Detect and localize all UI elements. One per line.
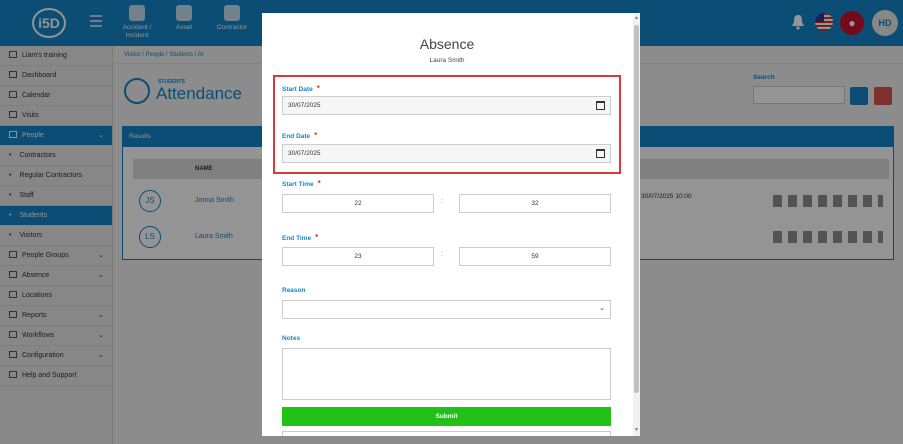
submit-button[interactable]: Submit [282, 407, 611, 426]
chevron-down-icon: ⌄ [599, 305, 605, 312]
scroll-down-icon[interactable]: ▼ [634, 427, 639, 433]
modal-title: Absence [419, 36, 475, 52]
notes-textarea[interactable] [282, 348, 611, 400]
start-hour-input[interactable]: 22 [282, 194, 434, 213]
start-time-label: Start Time * [282, 179, 321, 188]
calendar-icon[interactable] [596, 101, 605, 110]
secondary-button[interactable] [282, 431, 611, 436]
time-separator: : [441, 251, 443, 258]
required-mark: * [316, 84, 320, 93]
reason-label: Reason [282, 287, 306, 294]
end-hour-input[interactable]: 23 [282, 247, 434, 266]
time-separator: : [441, 198, 443, 205]
scroll-up-icon[interactable]: ▲ [634, 15, 639, 21]
end-time-label: End Time * [282, 233, 319, 242]
start-date-label: Start Date * [282, 84, 320, 93]
calendar-icon[interactable] [596, 149, 605, 158]
end-date-label: End Date * [282, 131, 318, 140]
required-mark: * [317, 179, 321, 188]
reason-select[interactable]: ⌄ [282, 300, 611, 319]
required-mark: * [315, 233, 319, 242]
modal-scrollbar[interactable]: ▲ ▼ [633, 13, 640, 436]
required-mark: * [314, 131, 318, 140]
modal-subtitle: Laura Smith [429, 57, 465, 64]
start-date-field[interactable]: 30/07/2025 [282, 96, 611, 115]
end-minute-input[interactable]: 59 [459, 247, 611, 266]
notes-label: Notes [282, 335, 301, 342]
scrollbar-thumb[interactable] [634, 25, 639, 393]
end-date-field[interactable]: 30/07/2025 [282, 144, 611, 163]
absence-modal: Absence Laura Smith Start Date * 30/07/20… [262, 13, 640, 436]
start-minute-input[interactable]: 32 [459, 194, 611, 213]
